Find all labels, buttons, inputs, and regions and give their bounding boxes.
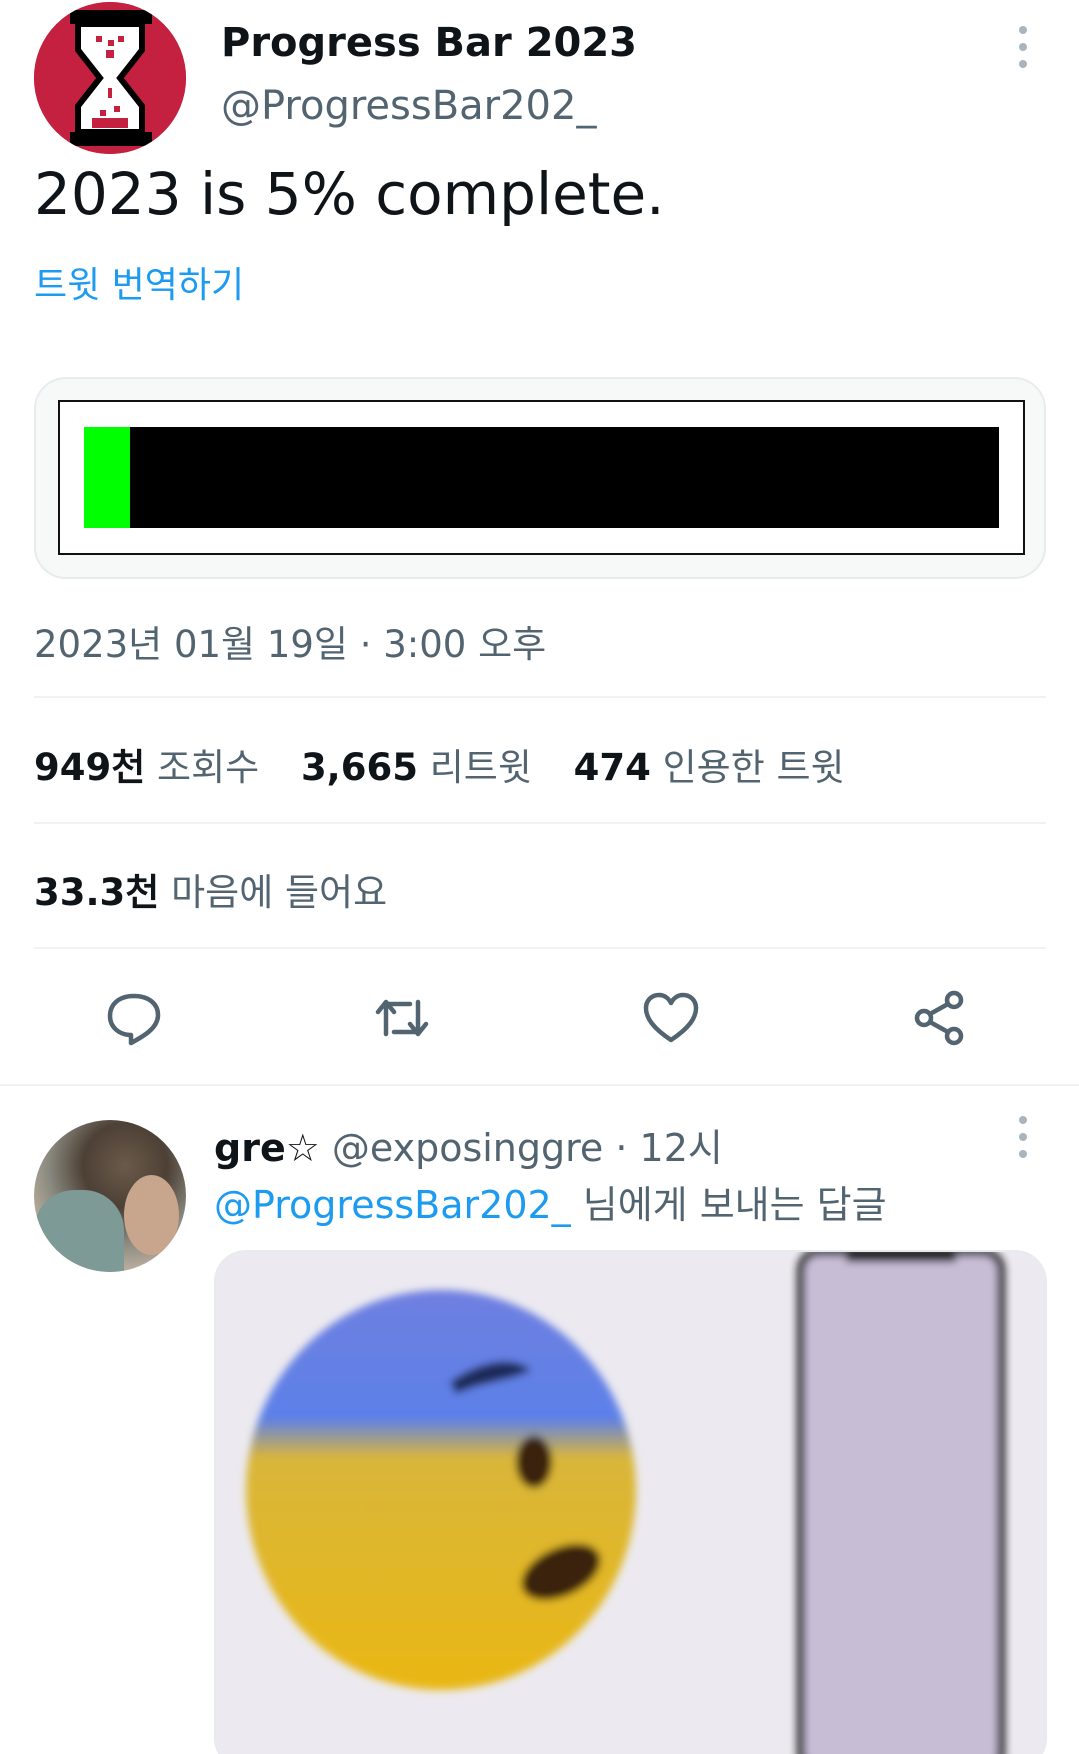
divider (34, 822, 1046, 824)
tweet-text: 2023 is 5% complete. (34, 160, 665, 228)
user-handle[interactable]: @ProgressBar202_ (221, 83, 596, 129)
retweet-icon[interactable] (372, 990, 432, 1046)
reply-time[interactable]: · 12시 (615, 1126, 722, 1170)
views-stat[interactable]: 949천 조회수 (34, 746, 259, 789)
reply-media-image[interactable] (214, 1250, 1047, 1754)
likes-stat[interactable]: 33.3천 마음에 들어요 (34, 862, 387, 916)
reply-handle[interactable]: @exposinggre (332, 1126, 603, 1170)
progress-bar (84, 427, 999, 528)
reply-to-suffix: 님에게 보내는 답글 (570, 1183, 887, 1227)
reply-display-name[interactable]: gre☆ (214, 1126, 320, 1170)
timestamp[interactable]: 2023년 01월 19일 · 3:00 오후 (34, 614, 546, 668)
translate-link[interactable]: 트윗 번역하기 (34, 256, 244, 308)
share-icon[interactable] (910, 990, 970, 1046)
hourglass-icon (34, 2, 186, 154)
replying-to: @ProgressBar202_ 님에게 보내는 답글 (214, 1174, 887, 1229)
emoji-phone-image (216, 1252, 1045, 1754)
display-name[interactable]: Progress Bar 2023 (221, 20, 637, 66)
reply-header: gre☆ @exposinggre · 12시 (214, 1117, 723, 1172)
quotes-stat[interactable]: 474 인용한 트윗 (574, 746, 845, 789)
reply-mention-link[interactable]: @ProgressBar202_ (214, 1183, 571, 1227)
avatar-hood-shape (34, 1190, 124, 1272)
divider (34, 947, 1046, 949)
avatar[interactable] (34, 2, 186, 154)
more-options-icon[interactable] (1008, 1112, 1038, 1162)
avatar-face-shape (124, 1175, 179, 1255)
divider (34, 696, 1046, 698)
more-options-icon[interactable] (1008, 22, 1038, 72)
divider (0, 1084, 1079, 1086)
retweets-stat[interactable]: 3,665 리트윗 (301, 746, 532, 789)
progress-bar-fill (84, 427, 130, 528)
reply-avatar[interactable] (34, 1120, 186, 1272)
stats-row: 949천 조회수 3,665 리트윗 474 인용한 트윗 (34, 737, 875, 791)
reply-icon[interactable] (104, 990, 164, 1046)
like-icon[interactable] (641, 990, 701, 1046)
